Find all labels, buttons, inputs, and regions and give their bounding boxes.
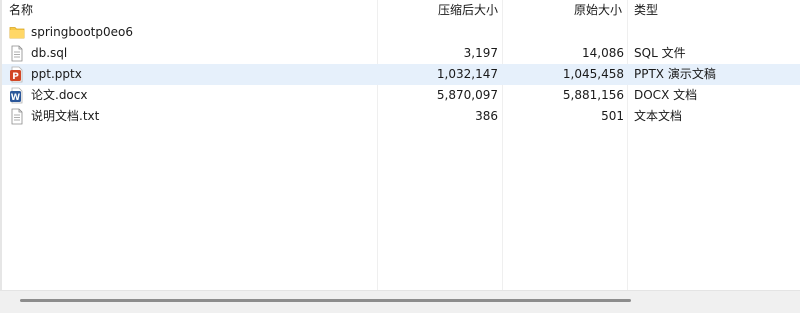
- file-type: 文本文档: [634, 109, 683, 123]
- word-icon: W: [9, 87, 25, 104]
- folder-icon: [9, 24, 25, 41]
- svg-text:P: P: [12, 72, 19, 82]
- original-size: 14,086: [582, 46, 624, 60]
- file-name: ppt.pptx: [31, 67, 82, 81]
- text-file-icon: [9, 108, 25, 125]
- file-type: SQL 文件: [634, 46, 686, 60]
- file-row-db-sql[interactable]: db.sql 3,197 14,086 SQL 文件: [2, 43, 800, 64]
- original-size: 501: [601, 109, 624, 123]
- column-header-original-size[interactable]: 原始大小: [574, 2, 622, 18]
- file-name: 论文.docx: [31, 88, 88, 102]
- compressed-size: 5,870,097: [436, 88, 498, 102]
- file-name: 说明文档.txt: [31, 109, 100, 123]
- file-name: springbootp0eo6: [31, 25, 133, 39]
- file-type: DOCX 文档: [634, 88, 698, 102]
- compressed-size: 386: [475, 109, 498, 123]
- column-header-name[interactable]: 名称: [9, 2, 33, 18]
- original-size: 5,881,156: [562, 88, 624, 102]
- compressed-size: 3,197: [463, 46, 498, 60]
- sort-indicator: ^: [182, 0, 190, 5]
- compressed-size: 1,032,147: [436, 67, 498, 81]
- column-header-row: 名称 ^ 压缩后大小 原始大小 类型: [0, 0, 800, 20]
- svg-text:W: W: [11, 93, 21, 103]
- file-row-readme-txt[interactable]: 说明文档.txt 386 501 文本文档: [2, 106, 800, 127]
- column-header-compressed-size[interactable]: 压缩后大小: [438, 2, 498, 18]
- file-list-pane: 名称 ^ 压缩后大小 原始大小 类型 springbootp0eo6: [0, 0, 800, 290]
- column-header-type[interactable]: 类型: [634, 2, 658, 18]
- original-size: 1,045,458: [562, 67, 624, 81]
- file-type: PPTX 演示文稿: [634, 67, 716, 81]
- powerpoint-icon: P: [9, 66, 25, 83]
- horizontal-scrollbar[interactable]: [0, 290, 800, 313]
- file-row-ppt-pptx[interactable]: P ppt.pptx 1,032,147 1,045,458 PPTX 演示文稿: [2, 64, 800, 85]
- text-file-icon: [9, 45, 25, 62]
- file-row-springbootp0eo6[interactable]: springbootp0eo6: [2, 22, 800, 43]
- file-row-thesis-docx[interactable]: W 论文.docx 5,870,097 5,881,156 DOCX 文档: [2, 85, 800, 106]
- scrollbar-thumb[interactable]: [20, 299, 631, 302]
- file-name: db.sql: [31, 46, 68, 60]
